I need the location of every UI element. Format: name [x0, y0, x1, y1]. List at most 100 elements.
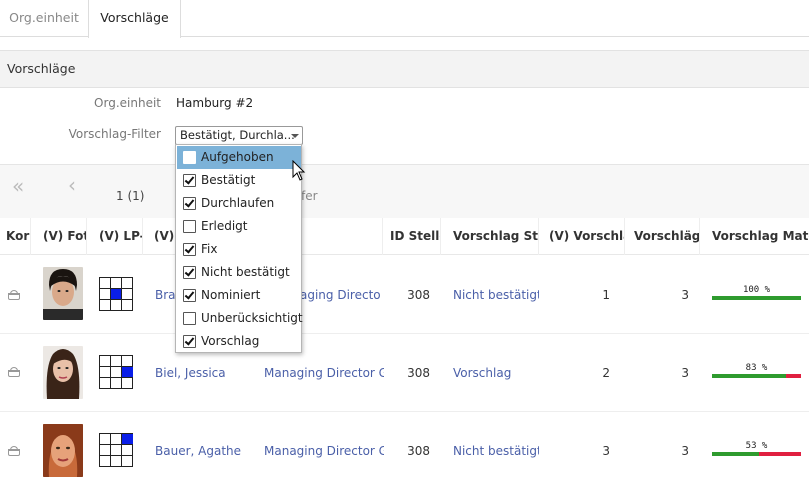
column-header-name[interactable]: (V) N	[148, 218, 178, 255]
match-percent: 100 %	[742, 285, 771, 295]
match-bar	[712, 296, 801, 300]
vorschlag-filter-select[interactable]: Bestätigt, Durchla...	[175, 126, 303, 145]
vorschlag-filter-label: Vorschlag-Filter	[68, 127, 161, 141]
lp-matrix-cell	[122, 456, 133, 467]
org-einheit-label: Org.einheit	[94, 96, 161, 110]
vorschlaege-value: 3	[681, 444, 689, 458]
filter-option-checkbox[interactable]	[183, 289, 196, 302]
lp-matrix-grid	[99, 355, 133, 389]
v-vorschlaege-value: 1	[602, 288, 610, 302]
filter-option-checkbox[interactable]	[183, 266, 196, 279]
candidate-name-link[interactable]: Bauer, Agathe	[155, 444, 245, 458]
lp-matrix-cell	[111, 456, 122, 467]
lp-matrix-cell	[122, 278, 133, 289]
filter-option-label: Durchlaufen	[201, 196, 275, 210]
filter-option[interactable]: Nicht bestätigt	[177, 261, 301, 284]
lp-matrix-cell	[100, 456, 111, 467]
lp-matrix-cell	[122, 378, 133, 389]
column-header-lp-matrix[interactable]: (V) LP-M	[93, 218, 143, 255]
id-stelle-value: 308	[407, 366, 430, 380]
filter-option[interactable]: Erledigt	[177, 215, 301, 238]
basket-icon[interactable]	[7, 367, 21, 377]
lp-matrix-grid	[99, 277, 133, 311]
filter-option-checkbox[interactable]	[183, 197, 196, 210]
match-bar	[712, 452, 801, 456]
filter-option[interactable]: Unberücksichtigt	[177, 307, 303, 330]
lp-matrix-cell	[122, 367, 133, 378]
lp-matrix-cell	[111, 367, 122, 378]
filter-option-label: Aufgehoben	[201, 150, 274, 164]
filter-option[interactable]: Vorschlag	[177, 330, 301, 353]
filter-option[interactable]: Bestätigt	[177, 169, 301, 192]
avatar	[43, 267, 83, 320]
org-einheit-value: Hamburg #2	[176, 96, 254, 110]
match-percent: 53 %	[745, 441, 768, 451]
lp-matrix-grid	[99, 433, 133, 467]
match-percent: 83 %	[745, 363, 768, 373]
status-link[interactable]: Vorschlag	[453, 366, 539, 380]
filter-dropdown-list: Aufgehoben Bestätigt Durchlaufen Erledigt Fi…	[175, 144, 303, 353]
page-indicator: 1 (1)	[116, 189, 145, 203]
basket-icon[interactable]	[7, 446, 21, 456]
status-link[interactable]: Nicht bestätigt	[453, 288, 539, 302]
column-header-foto[interactable]: (V) Foto	[37, 218, 87, 255]
lp-matrix-cell	[100, 356, 111, 367]
avatar	[43, 346, 83, 399]
checkmark-icon	[184, 243, 195, 254]
status-link[interactable]: Nicht bestätigt	[453, 444, 539, 458]
filter-option[interactable]: Nominiert	[177, 284, 301, 307]
filter-option[interactable]: Fix	[177, 238, 301, 261]
filter-option-checkbox[interactable]	[183, 174, 196, 187]
lp-matrix-cell	[111, 434, 122, 445]
filter-option[interactable]: Aufgehoben	[177, 146, 301, 169]
lp-matrix-cell	[100, 300, 111, 311]
filter-option-checkbox[interactable]	[183, 312, 196, 325]
vorschlag-filter-value: Bestätigt, Durchla...	[180, 128, 295, 142]
column-header-vorschlag-status[interactable]: Vorschlag Statu	[447, 218, 539, 255]
position-link[interactable]: Managing Director G	[264, 444, 384, 458]
lp-matrix-cell	[122, 356, 133, 367]
filter-option-checkbox[interactable]	[183, 151, 196, 164]
mouse-pointer-icon	[292, 160, 306, 181]
column-header-v-vorschlaege[interactable]: (V) Vorschläg	[543, 218, 625, 255]
candidate-name-link[interactable]: Brau	[155, 288, 175, 302]
position-link[interactable]: aging Director G	[300, 288, 380, 302]
v-vorschlaege-value: 2	[602, 366, 610, 380]
lp-matrix-cell	[111, 289, 122, 300]
filter-option-label: Nominiert	[201, 288, 261, 302]
basket-icon[interactable]	[7, 290, 21, 300]
filter-option-label: Vorschlag	[201, 334, 260, 348]
filter-option-checkbox[interactable]	[183, 243, 196, 256]
filter-option-checkbox[interactable]	[183, 220, 196, 233]
filter-option[interactable]: Durchlaufen	[177, 192, 301, 215]
previous-page-button[interactable]: ‹	[68, 175, 76, 195]
tab-bar: Org.einheit Vorschläge	[0, 0, 809, 38]
lp-matrix-cell	[111, 445, 122, 456]
lp-matrix-cell	[100, 434, 111, 445]
checkmark-icon	[184, 197, 195, 208]
row-divider	[0, 333, 809, 334]
position-link[interactable]: Managing Director G	[264, 366, 384, 380]
column-header-vorschlaege[interactable]: Vorschläge	[628, 218, 700, 255]
column-header-vorschlag-matching[interactable]: Vorschlag Matchi	[706, 218, 809, 255]
lp-matrix-cell	[100, 278, 111, 289]
column-header-korb[interactable]: Korb	[0, 218, 31, 255]
lp-matrix-cell	[100, 367, 111, 378]
tab-org-einheit[interactable]: Org.einheit	[0, 0, 88, 37]
filter-option-label: Erledigt	[201, 219, 248, 233]
lp-matrix-cell	[122, 445, 133, 456]
checkmark-icon	[184, 289, 195, 300]
vorschlaege-value: 3	[681, 366, 689, 380]
section-title: Vorschläge	[0, 50, 809, 88]
lp-matrix-cell	[122, 300, 133, 311]
lp-matrix-cell	[100, 445, 111, 456]
lp-matrix-cell	[122, 434, 133, 445]
first-page-button[interactable]: «	[12, 176, 24, 196]
column-header-id-stelle[interactable]: ID Stelle	[384, 218, 441, 255]
filter-option-checkbox[interactable]	[183, 335, 196, 348]
checkmark-icon	[184, 174, 195, 185]
lp-matrix-cell	[122, 289, 133, 300]
lp-matrix-cell	[111, 300, 122, 311]
tab-vorschlaege[interactable]: Vorschläge	[88, 0, 181, 38]
candidate-name-link[interactable]: Biel, Jessica	[155, 366, 245, 380]
